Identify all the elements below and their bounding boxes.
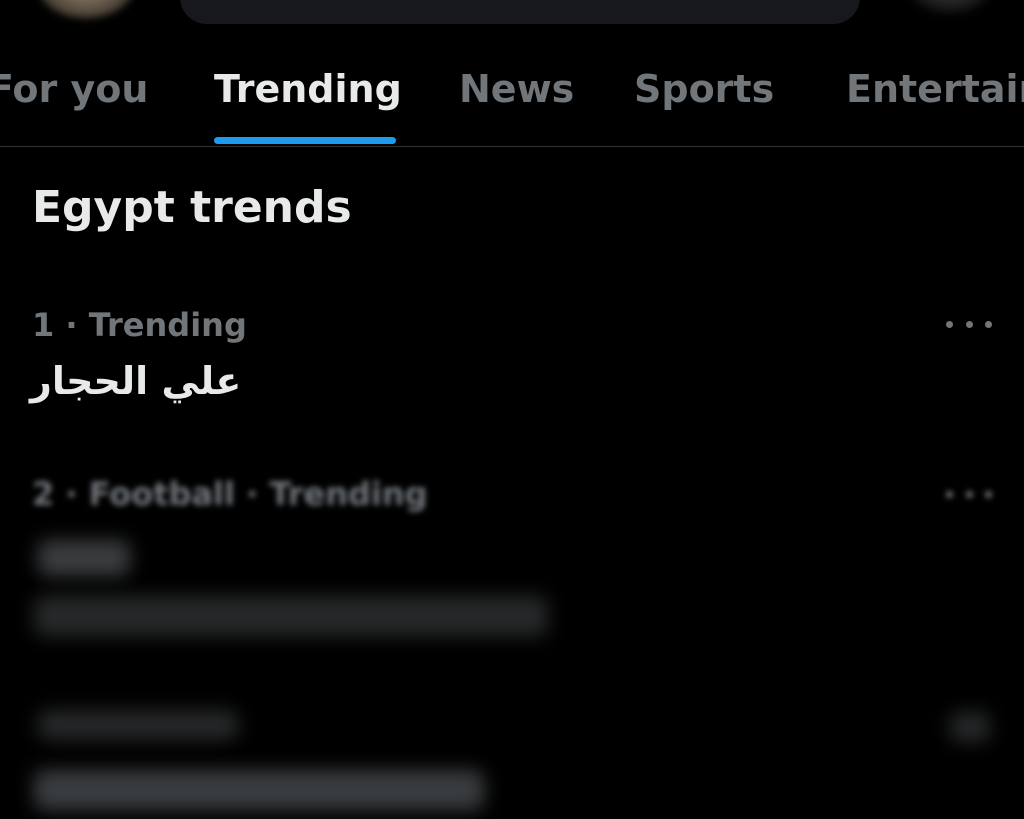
tab-for-you[interactable]: For you (0, 64, 148, 114)
tab-sports[interactable]: Sports (634, 64, 774, 114)
blurred-trend-name (38, 540, 130, 576)
blurred-trend-meta (38, 710, 238, 740)
section-title: Egypt trends (32, 182, 352, 233)
trend-name: علي الحجار (30, 359, 242, 403)
tab-trending[interactable]: Trending (214, 64, 402, 114)
trend-meta: 2 · Football · Trending (32, 475, 428, 513)
explore-tab-bar: For you Trending News Sports Entertain (0, 60, 1024, 147)
more-icon[interactable] (950, 712, 990, 742)
blurred-post-count (34, 596, 548, 636)
settings-icon[interactable] (910, 0, 990, 12)
trend-meta: 1 · Trending (32, 306, 247, 344)
active-tab-indicator (214, 137, 396, 144)
blurred-trend-name (34, 770, 484, 810)
tab-news[interactable]: News (459, 64, 574, 114)
more-icon[interactable] (946, 314, 992, 334)
tab-entertainment[interactable]: Entertain (846, 64, 1024, 114)
search-bar[interactable] (180, 0, 860, 24)
more-icon[interactable] (946, 484, 992, 504)
top-header (0, 0, 1024, 40)
profile-avatar[interactable] (38, 0, 134, 18)
